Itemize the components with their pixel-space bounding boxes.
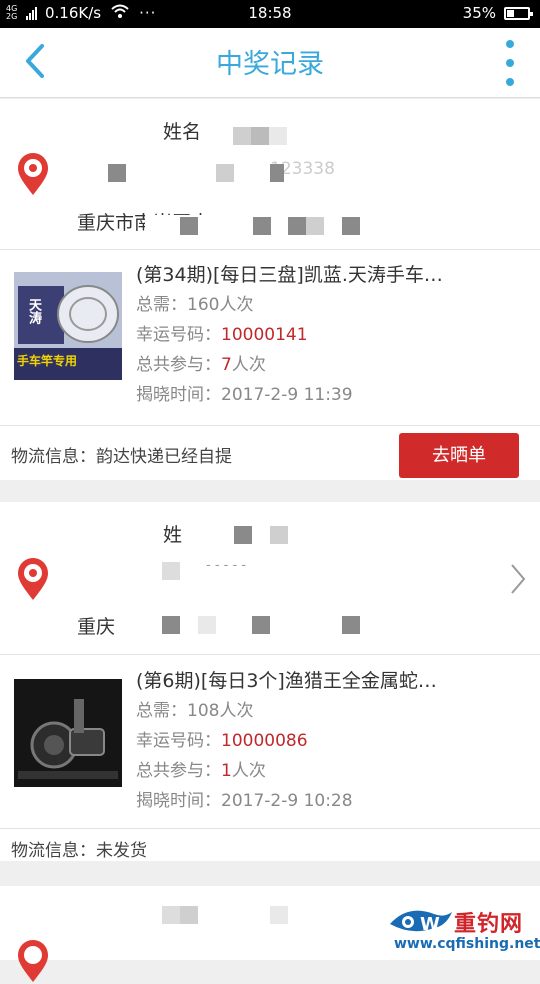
recipient-name: 姓 <box>163 524 183 546</box>
logistics-row: 物流信息：韵达快递已经自提 去晒单 <box>0 426 540 480</box>
redacted-block <box>252 616 270 634</box>
recipient-name: 姓名 <box>163 121 202 143</box>
redacted-block <box>342 616 360 634</box>
redacted-block <box>162 616 180 634</box>
location-pin-icon <box>18 558 48 600</box>
product-image-caption: 手车竿专用 <box>17 354 78 368</box>
redacted-block <box>270 526 288 544</box>
redacted-block <box>108 164 126 182</box>
page-title: 中奖记录 <box>216 49 324 80</box>
reveal-time-value: 2017-2-9 10:28 <box>221 791 353 811</box>
redacted-block <box>162 562 180 580</box>
product-title: (第6期)[每日3个]渔猎王全金属蛇… <box>136 670 437 692</box>
product-title: (第34期)[每日三盘]凯蓝.天涛手车… <box>136 264 443 286</box>
participation-count: 7 <box>221 355 232 375</box>
total-needed-value: 160人次 <box>187 295 254 315</box>
clock: 18:58 <box>248 4 292 22</box>
redacted-block <box>162 906 180 924</box>
recipient-address: 重庆 <box>77 616 116 638</box>
participation-row: 总共参与：7人次 <box>136 355 266 375</box>
redacted-block <box>251 127 269 145</box>
svg-text:W: W <box>420 914 440 935</box>
total-needed-value: 108人次 <box>187 701 254 721</box>
lucky-number-value: 10000141 <box>221 325 308 345</box>
product-info: (第6期)[每日3个]渔猎王全金属蛇… 总需：108人次 幸运号码：100000… <box>136 666 530 816</box>
product-block[interactable]: (第6期)[每日3个]渔猎王全金属蛇… 总需：108人次 幸运号码：100000… <box>0 655 540 829</box>
redacted-block <box>270 906 288 924</box>
product-image-brand: 天涛 <box>26 298 41 324</box>
redacted-block <box>198 616 216 634</box>
watermark-brand: 重钓网 <box>454 912 524 937</box>
location-pin-icon <box>18 940 48 982</box>
total-needed-row: 总需：160人次 <box>136 295 254 315</box>
chevron-right-icon <box>511 564 526 594</box>
reveal-time-row: 揭晓时间：2017-2-9 10:28 <box>136 791 353 811</box>
dot <box>506 59 514 67</box>
dot <box>506 40 514 48</box>
redacted-block <box>288 217 306 235</box>
watermark-url: www.cqfishing.net <box>394 936 540 952</box>
participation-count: 1 <box>221 761 232 781</box>
redacted-block <box>233 127 251 145</box>
recipient-phone: - - - - - <box>206 558 246 573</box>
redacted-block <box>216 164 234 182</box>
lucky-number-row: 幸运号码：10000141 <box>136 325 308 345</box>
logistics-status: 物流信息：未发货 <box>11 841 147 861</box>
redacted-block <box>253 217 271 235</box>
product-block[interactable]: 天涛 手车竿专用 (第34期)[每日三盘]凯蓝.天涛手车… 总需：160人次 幸… <box>0 250 540 426</box>
address-block[interactable]: 姓 - - - - - 重庆 <box>0 502 540 655</box>
reveal-time-value: 2017-2-9 11:39 <box>221 385 353 405</box>
total-needed-row: 总需：108人次 <box>136 701 254 721</box>
logistics-status: 物流信息：韵达快递已经自提 <box>11 447 232 467</box>
battery-icon <box>504 6 533 20</box>
redacted-block <box>270 164 284 182</box>
lucky-number-row: 幸运号码：10000086 <box>136 731 308 751</box>
dot <box>506 78 514 86</box>
logistics-row: 物流信息：未发货 <box>0 829 540 861</box>
lucky-number-value: 10000086 <box>221 731 308 751</box>
redacted-block <box>342 217 360 235</box>
product-image: 天涛 手车竿专用 <box>14 272 122 380</box>
battery-percent: 35% <box>462 4 496 22</box>
fish-logo-icon: W <box>390 910 452 935</box>
redacted-block <box>234 526 252 544</box>
redacted-block <box>180 217 198 235</box>
more-menu-button[interactable] <box>502 40 518 86</box>
prize-record-card: 姓 - - - - - 重庆 (第6期)[每日3个]渔猎王全金属蛇… 总需：10… <box>0 502 540 861</box>
address-block[interactable]: 姓名 123338 重庆市南岸区南 <box>0 99 540 250</box>
prize-record-card: 姓名 123338 重庆市南岸区南 天涛 手车竿专用 (第34期)[每日三盘]凯… <box>0 99 540 480</box>
redacted-block <box>306 217 324 235</box>
product-image <box>14 679 122 787</box>
status-bar: 4G 2G 0.16K/s ··· 18:58 35% <box>0 0 540 28</box>
participation-row: 总共参与：1人次 <box>136 761 266 781</box>
nav-bar: 中奖记录 <box>0 28 540 98</box>
site-watermark: W 重钓网 www.cqfishing.net <box>386 904 540 956</box>
redacted-block <box>269 127 287 145</box>
redacted-block <box>180 906 198 924</box>
share-order-button[interactable]: 去晒单 <box>399 433 519 478</box>
product-info: (第34期)[每日三盘]凯蓝.天涛手车… 总需：160人次 幸运号码：10000… <box>136 260 530 410</box>
reveal-time-row: 揭晓时间：2017-2-9 11:39 <box>136 385 353 405</box>
location-pin-icon <box>18 153 48 195</box>
